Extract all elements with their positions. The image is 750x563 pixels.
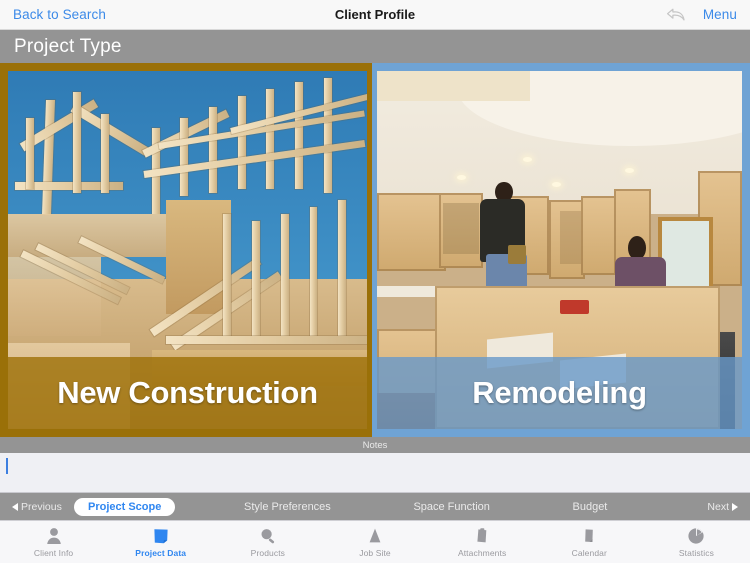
tab-calendar-label: Calendar [571,548,607,558]
chevron-right-icon [732,502,738,511]
tab-products-label: Products [250,548,286,558]
back-to-search-button[interactable]: Back to Search [0,6,106,24]
chevron-left-icon [12,502,18,511]
topbar-actions: Menu [665,7,750,23]
previous-label: Previous [21,500,62,513]
section-header: Project Type [0,30,750,63]
page-segment-bar: Previous Project Scope Style Preferences… [0,493,750,520]
previous-button[interactable]: Previous [0,501,62,513]
next-button[interactable]: Next [707,501,750,513]
segment-budget[interactable]: Budget [559,498,622,516]
tab-products[interactable]: Products [214,521,321,563]
note-icon [151,526,171,546]
tab-job-site[interactable]: Job Site [321,521,428,563]
project-type-options: New Construction Remodeling [0,63,750,437]
tab-attachments[interactable]: Attachments [429,521,536,563]
section-title: Project Type [14,35,122,57]
cone-icon [365,526,385,546]
project-type-card-remodeling[interactable]: Remodeling [372,63,750,437]
tab-client-info-label: Client Info [33,548,74,558]
client-profile-screen: Back to Search Client Profile Menu Proje… [0,0,750,563]
menu-button[interactable]: Menu [703,7,737,22]
page-title: Client Profile [334,7,416,22]
tab-project-data[interactable]: Project Data [107,521,214,563]
segment-items: Project Scope Style Preferences Space Fu… [74,493,676,520]
tab-attachments-label: Attachments [457,548,507,558]
notes-header: Notes [0,437,750,453]
person-icon [44,526,64,546]
top-navigation-bar: Back to Search Client Profile Menu [0,0,750,30]
segment-space-function[interactable]: Space Function [399,498,503,516]
tab-statistics[interactable]: Statistics [643,521,750,563]
back-to-search-label: Back to Search [13,6,106,22]
pie-chart-icon [686,526,706,546]
undo-arrow-icon[interactable] [665,7,687,23]
page-icon [579,526,599,546]
notes-input[interactable] [0,453,750,493]
remodeling-label: Remodeling [377,357,742,429]
tab-calendar[interactable]: Calendar [536,521,643,563]
notes-header-label: Notes [362,439,388,451]
bottom-tab-bar: Client Info Project Data Products Job Si… [0,520,750,563]
magnifier-icon [258,526,278,546]
segment-project-scope[interactable]: Project Scope [74,497,176,516]
tab-statistics-label: Statistics [678,548,714,558]
new-construction-label: New Construction [8,357,367,429]
project-type-card-new-construction[interactable]: New Construction [0,63,372,437]
tab-client-info[interactable]: Client Info [0,521,107,563]
text-caret [6,458,8,474]
tab-project-data-label: Project Data [135,548,187,558]
clipboard-icon [472,526,492,546]
tab-job-site-label: Job Site [359,548,391,558]
segment-style-preferences[interactable]: Style Preferences [230,498,345,516]
next-label: Next [707,500,729,513]
